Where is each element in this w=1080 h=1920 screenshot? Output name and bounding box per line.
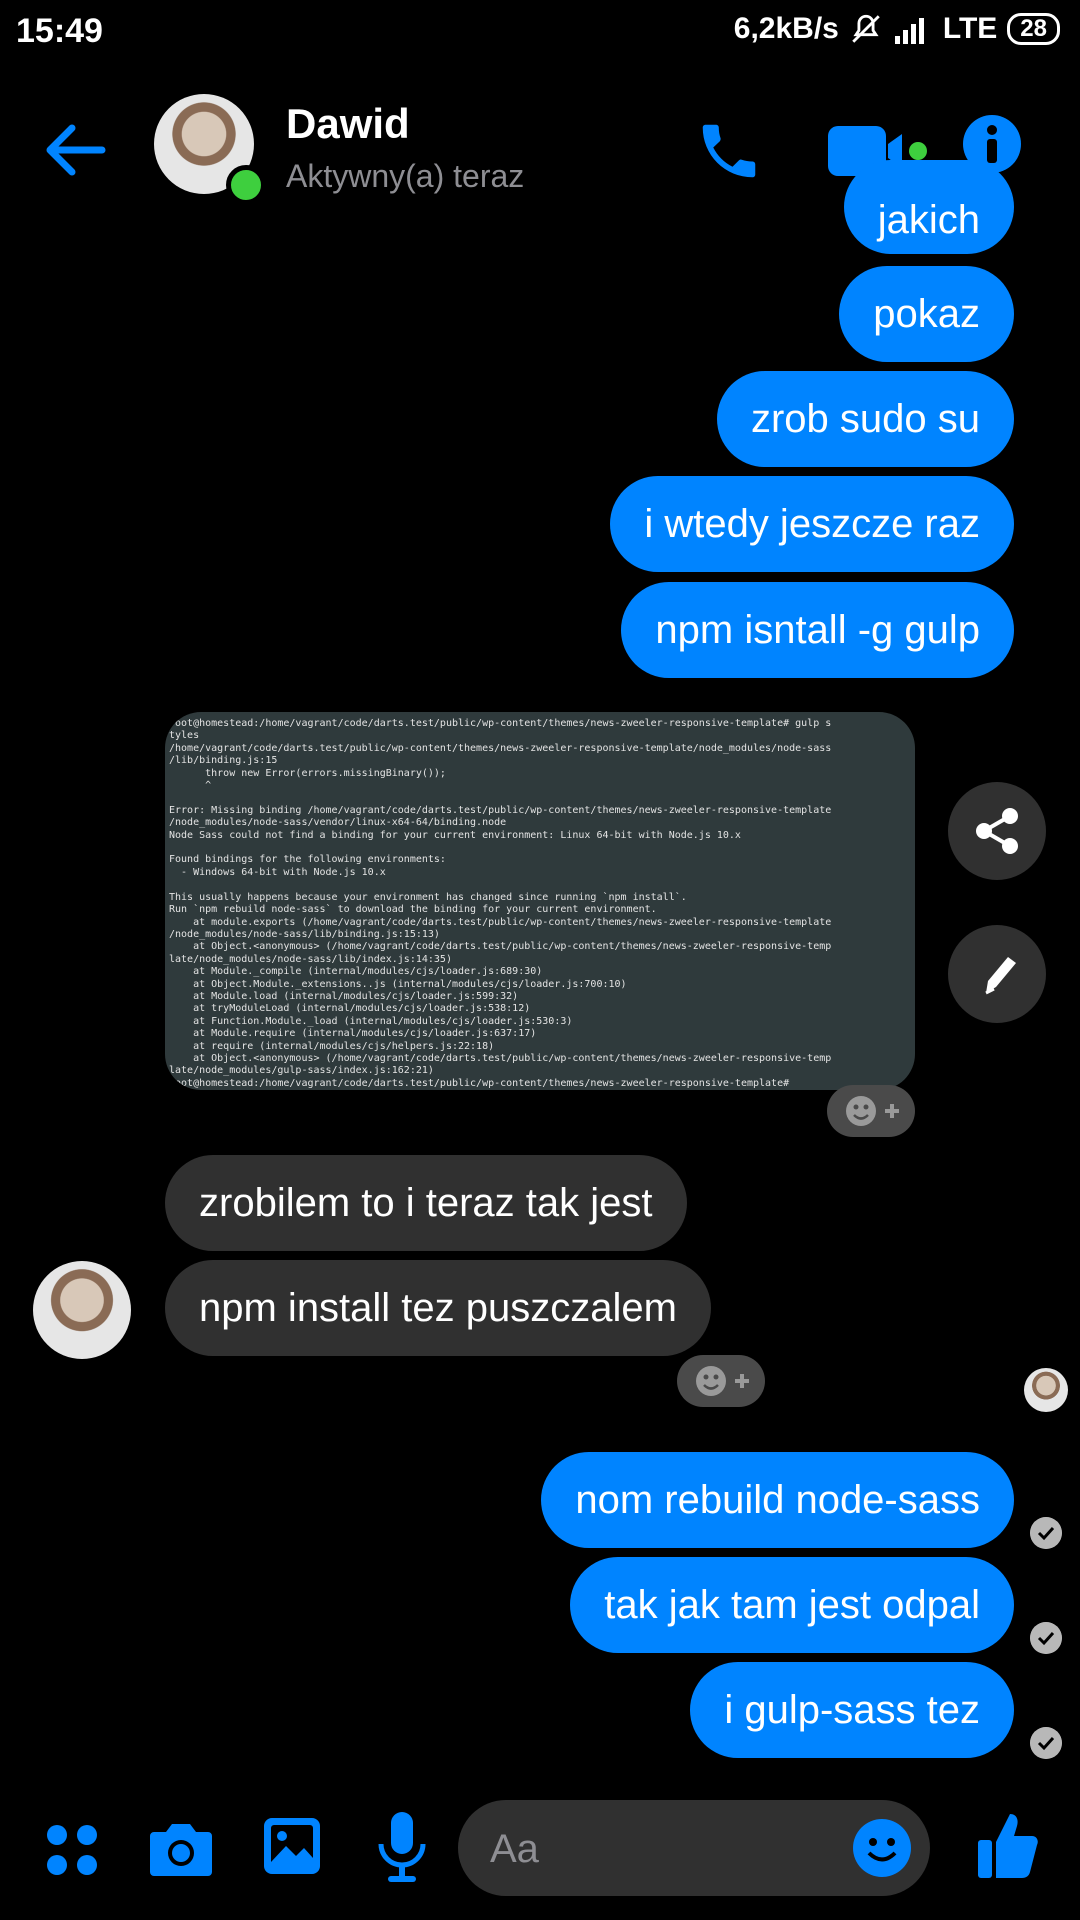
terminal-line: - Windows 64-bit with Node.js 10.x: [169, 866, 386, 878]
thumbs-up-icon[interactable]: [976, 1810, 1040, 1880]
terminal-line: at require (internal/modules/cjs/helpers…: [169, 1040, 495, 1052]
emoji-icon[interactable]: [852, 1818, 912, 1878]
gallery-icon[interactable]: [262, 1816, 322, 1876]
terminal-line: at tryModuleLoad (internal/modules/cjs/l…: [169, 1003, 531, 1015]
terminal-line: at Object.<anonymous> (/home/vagrant/cod…: [169, 941, 832, 953]
terminal-screenshot-image[interactable]: root@homestead:/home/vagrant/code/darts.…: [165, 712, 915, 1090]
message-outgoing[interactable]: i gulp-sass tez: [690, 1662, 1014, 1758]
add-reaction-button[interactable]: [827, 1085, 915, 1137]
contact-status: Aktywny(a) teraz: [286, 158, 525, 194]
network-type: LTE: [942, 12, 998, 45]
terminal-line: at Object.<anonymous> (/home/vagrant/cod…: [169, 1052, 832, 1064]
back-arrow-icon[interactable]: [36, 110, 116, 190]
read-receipt-icon: [1030, 1517, 1062, 1549]
camera-icon[interactable]: [148, 1818, 214, 1878]
seen-avatar: [1024, 1368, 1068, 1412]
terminal-line: Error: Missing binding /home/vagrant/cod…: [169, 804, 832, 816]
message-outgoing[interactable]: npm isntall -g gulp: [621, 582, 1014, 678]
terminal-line: tyles: [169, 730, 200, 742]
message-outgoing[interactable]: tak jak tam jest odpal: [570, 1557, 1014, 1653]
terminal-line: Run `npm rebuild node-sass` to download …: [169, 904, 657, 916]
battery-indicator: 28: [1007, 13, 1060, 45]
contact-name[interactable]: Dawid: [286, 100, 410, 148]
status-icons: 6,2kB/s LTE 28: [734, 12, 1060, 46]
terminal-line: root@homestead:/home/vagrant/code/darts.…: [169, 718, 832, 729]
terminal-line: at Module._compile (internal/modules/cjs…: [169, 966, 543, 978]
read-receipt-icon: [1030, 1727, 1062, 1759]
terminal-line: at Object.Module._extensions..js (intern…: [169, 978, 627, 990]
network-speed: 6,2kB/s: [733, 12, 839, 45]
terminal-line: root@homestead:/home/vagrant/code/darts.…: [169, 1077, 796, 1089]
terminal-line: at module.exports (/home/vagrant/code/da…: [169, 916, 832, 928]
sender-avatar[interactable]: [33, 1261, 131, 1359]
phone-icon[interactable]: [694, 116, 764, 186]
terminal-line: /node_modules/node-sass/vendor/linux-x64…: [169, 817, 507, 829]
add-reaction-icon: [846, 1096, 899, 1126]
terminal-line: /node_modules/node-sass/lib/binding.js:1…: [169, 928, 440, 940]
terminal-line: throw new Error(errors.missingBinary());: [169, 767, 446, 779]
share-icon: [976, 808, 1018, 854]
signal-icon: [894, 18, 924, 44]
online-status-dot: [226, 165, 266, 205]
add-reaction-icon: [696, 1366, 749, 1396]
message-incoming[interactable]: zrobilem to i teraz tak jest: [165, 1155, 687, 1251]
terminal-line: Found bindings for the following environ…: [169, 854, 446, 866]
terminal-line: late/node_modules/gulp-sass/index.js:162…: [169, 1065, 434, 1077]
status-bar: 15:49 6,2kB/s LTE 28: [0, 0, 1080, 70]
message-outgoing[interactable]: jakich: [843, 160, 1014, 254]
terminal-line: This usually happens because your enviro…: [169, 891, 687, 903]
message-outgoing[interactable]: pokaz: [839, 266, 1014, 362]
read-receipt-icon: [1030, 1622, 1062, 1654]
terminal-line: at Function.Module._load (internal/modul…: [169, 1015, 573, 1027]
terminal-line: /lib/binding.js:15: [169, 755, 278, 767]
terminal-line: at Module.load (internal/modules/cjs/loa…: [169, 990, 519, 1002]
mute-icon: [852, 14, 880, 43]
message-incoming[interactable]: npm install tez puszczalem: [165, 1260, 711, 1356]
message-outgoing[interactable]: i wtedy jeszcze raz: [610, 476, 1014, 572]
apps-icon[interactable]: [44, 1822, 100, 1878]
terminal-line: ^: [169, 780, 212, 792]
microphone-icon[interactable]: [376, 1810, 428, 1886]
add-reaction-button[interactable]: [677, 1355, 765, 1407]
edit-icon: [985, 957, 1016, 995]
status-time: 15:49: [16, 12, 103, 50]
message-input[interactable]: [488, 1800, 832, 1898]
terminal-line: late/node_modules/node-sass/lib/index.js…: [169, 953, 452, 965]
share-button[interactable]: [948, 782, 1046, 880]
terminal-line: /home/vagrant/code/darts.test/public/wp-…: [169, 742, 832, 754]
message-outgoing[interactable]: zrob sudo su: [716, 371, 1014, 467]
edit-image-button[interactable]: [948, 925, 1046, 1023]
message-composer[interactable]: [458, 1800, 930, 1898]
message-outgoing[interactable]: nom rebuild node-sass: [541, 1452, 1014, 1548]
terminal-line: Node Sass could not find a binding for y…: [169, 829, 741, 841]
terminal-line: at Module.require (internal/modules/cjs/…: [169, 1028, 537, 1040]
